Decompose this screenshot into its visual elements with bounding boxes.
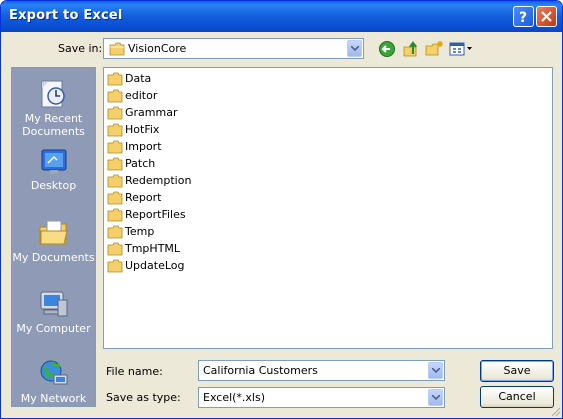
export-dialog: Export to Excel ? Save in: VisionCore My… — [0, 0, 563, 419]
back-icon[interactable] — [378, 40, 396, 58]
place-my-network[interactable]: My Network — [12, 352, 95, 418]
place-label: Desktop — [30, 179, 77, 192]
save-as-type-dropdown-arrow[interactable] — [428, 389, 443, 406]
folder-icon — [107, 106, 123, 120]
place-label: My Documents — [12, 251, 95, 264]
file-name-value: California Customers — [203, 364, 318, 377]
title-bar[interactable]: Export to Excel ? — [1, 1, 562, 32]
cancel-button[interactable]: Cancel — [480, 386, 554, 408]
my-network-icon — [40, 360, 68, 385]
save-in-value: VisionCore — [128, 42, 187, 55]
folder-name: Grammar — [125, 106, 178, 119]
save-in-dropdown-arrow[interactable] — [347, 40, 362, 57]
place-label: My Computer — [16, 322, 91, 335]
place-my-computer[interactable]: My Computer — [12, 282, 95, 348]
up-folder-icon[interactable] — [403, 40, 421, 58]
place-desktop[interactable]: Desktop — [12, 141, 95, 207]
recent-documents-icon — [41, 80, 65, 108]
save-button[interactable]: Save — [480, 360, 554, 382]
folder-icon — [107, 191, 123, 205]
folder-name: HotFix — [125, 123, 160, 136]
folder-name: editor — [125, 89, 158, 102]
svg-text:?: ? — [519, 10, 527, 26]
views-menu-icon[interactable] — [449, 40, 473, 58]
folder-icon — [107, 259, 123, 273]
folder-name: ReportFiles — [125, 208, 186, 221]
folder-icon — [107, 208, 123, 222]
folder-icon — [107, 72, 123, 86]
my-computer-icon — [40, 291, 68, 317]
places-bar: My Recent Documents Desktop My Documents … — [11, 67, 96, 407]
save-as-type-label: Save as type: — [106, 391, 181, 404]
my-documents-icon — [39, 220, 68, 245]
help-button[interactable]: ? — [513, 6, 534, 27]
folder-icon — [107, 225, 123, 239]
new-folder-icon[interactable] — [425, 40, 445, 58]
place-my-documents[interactable]: My Documents — [12, 211, 95, 277]
chevron-down-icon — [351, 46, 359, 52]
close-button[interactable] — [536, 6, 557, 27]
window-title: Export to Excel — [9, 8, 123, 23]
save-as-type-dropdown[interactable]: Excel(*.xls) — [198, 387, 445, 408]
file-list[interactable]: Data editor Grammar HotFix Import Patch … — [103, 67, 553, 349]
file-name-label: File name: — [106, 365, 163, 378]
folder-icon — [107, 157, 123, 171]
chevron-down-icon — [432, 368, 440, 374]
chevron-down-icon — [432, 395, 440, 401]
folder-icon — [107, 174, 123, 188]
place-label: My Network — [20, 392, 87, 405]
save-in-label: Save in: — [58, 42, 103, 55]
place-my-recent-documents[interactable]: My Recent Documents — [12, 72, 95, 138]
folder-name: Temp — [125, 225, 155, 238]
save-as-type-value: Excel(*.xls) — [203, 391, 266, 404]
folder-name: Report — [125, 191, 162, 204]
folder-name: UpdateLog — [125, 259, 185, 272]
help-icon: ? — [519, 10, 527, 26]
folder-name: Data — [125, 72, 152, 85]
folder-icon — [107, 89, 123, 103]
folder-icon — [107, 242, 123, 256]
folder-name: Import — [125, 140, 162, 153]
close-icon — [541, 11, 552, 22]
folder-name: TmpHTML — [125, 242, 181, 255]
folder-icon — [107, 140, 123, 154]
file-name-field[interactable]: California Customers — [198, 360, 445, 381]
file-name-dropdown-arrow[interactable] — [428, 362, 443, 379]
place-label: My Recent Documents — [22, 112, 85, 138]
desktop-icon — [41, 149, 67, 174]
resize-grip-icon[interactable] — [550, 406, 561, 417]
folder-icon — [109, 42, 125, 56]
folder-icon — [107, 123, 123, 137]
folder-name: Patch — [125, 157, 156, 170]
folder-name: Redemption — [125, 174, 192, 187]
save-in-dropdown[interactable]: VisionCore — [103, 38, 364, 59]
